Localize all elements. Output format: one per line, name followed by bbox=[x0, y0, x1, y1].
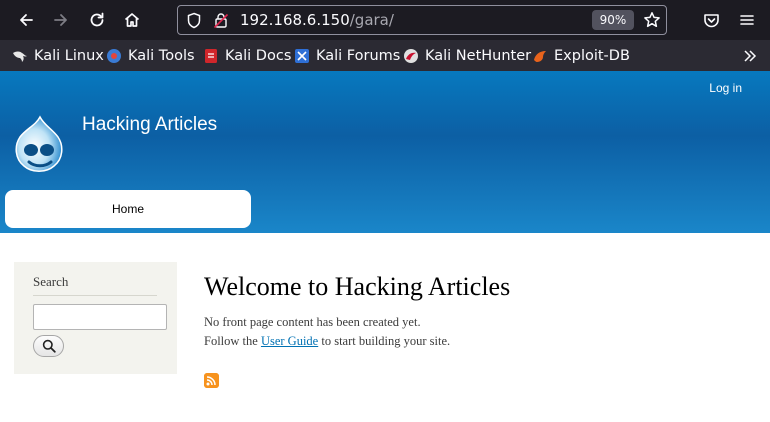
kali-dragon-icon bbox=[13, 51, 27, 62]
insecure-lock-icon bbox=[213, 13, 229, 29]
arrow-left-icon bbox=[20, 14, 33, 26]
url-path: /gara/ bbox=[349, 11, 394, 29]
arrow-right-icon bbox=[54, 14, 67, 26]
bookmark-exploit-db[interactable]: Exploit-DB bbox=[532, 46, 630, 66]
search-icon bbox=[42, 339, 56, 353]
search-block-title: Search bbox=[33, 274, 69, 289]
kali-forums-icon bbox=[295, 49, 309, 63]
site-header: Log in Hacking Articles Home bbox=[0, 71, 770, 233]
url-text: 192.168.6.150/gara/ bbox=[240, 11, 394, 29]
kali-docs-icon bbox=[205, 49, 217, 63]
search-button[interactable] bbox=[33, 335, 64, 357]
home-button[interactable] bbox=[118, 6, 146, 34]
pocket-icon bbox=[703, 13, 719, 27]
tab-home[interactable]: Home bbox=[5, 190, 251, 228]
exploit-db-icon bbox=[534, 51, 546, 62]
bookmark-label: Kali Tools bbox=[128, 48, 195, 64]
bookmark-label: Kali Docs bbox=[225, 48, 292, 64]
bookmark-label: Kali Linux bbox=[34, 48, 104, 64]
bookmark-kali-docs[interactable]: Kali Docs bbox=[203, 46, 291, 66]
home-icon bbox=[124, 13, 140, 27]
url-host: 192.168.6.150 bbox=[240, 11, 350, 29]
search-input[interactable] bbox=[33, 304, 167, 330]
chevron-double-right-icon bbox=[744, 50, 757, 62]
back-button[interactable] bbox=[12, 6, 40, 34]
bookmark-kali-tools[interactable]: Kali Tools bbox=[106, 46, 195, 66]
bookmark-label: Exploit-DB bbox=[554, 48, 630, 64]
rss-feed-icon[interactable] bbox=[204, 373, 219, 388]
guide-text-before: Follow the bbox=[204, 334, 261, 348]
divider bbox=[33, 295, 157, 296]
bookmark-kali-linux[interactable]: Kali Linux bbox=[12, 46, 104, 66]
bookmarks-overflow-button[interactable] bbox=[742, 46, 758, 66]
reload-icon bbox=[90, 12, 104, 27]
bookmark-kali-forums[interactable]: Kali Forums bbox=[294, 46, 400, 66]
intro-text: No front page content has been created y… bbox=[204, 315, 421, 329]
address-bar[interactable]: 192.168.6.150/gara/ 90% bbox=[177, 5, 667, 35]
browser-toolbar: 192.168.6.150/gara/ 90% bbox=[0, 0, 770, 40]
site-name[interactable]: Hacking Articles bbox=[82, 114, 217, 136]
guide-text-after: to start building your site. bbox=[318, 334, 451, 348]
guide-text: Follow the User Guide to start building … bbox=[204, 334, 450, 349]
bookmark-kali-nethunter[interactable]: Kali NetHunter bbox=[403, 46, 531, 66]
zoom-level-badge[interactable]: 90% bbox=[592, 10, 634, 30]
drupal-logo-icon[interactable] bbox=[12, 115, 68, 177]
bookmark-label: Kali NetHunter bbox=[425, 48, 532, 64]
bookmark-star-icon[interactable] bbox=[643, 11, 661, 29]
login-link[interactable]: Log in bbox=[709, 81, 742, 95]
bookmark-label: Kali Forums bbox=[316, 48, 401, 64]
bookmarks-bar: Kali Linux Kali Tools Kali Docs Kali For… bbox=[0, 40, 770, 71]
kali-tools-icon bbox=[107, 49, 121, 63]
hamburger-menu-icon bbox=[740, 15, 754, 25]
user-guide-link[interactable]: User Guide bbox=[261, 334, 318, 348]
page-title: Welcome to Hacking Articles bbox=[204, 272, 511, 301]
tracking-shield-icon bbox=[187, 12, 201, 29]
pocket-button[interactable] bbox=[697, 6, 725, 34]
forward-button[interactable] bbox=[47, 6, 75, 34]
reload-button[interactable] bbox=[83, 6, 111, 34]
sidebar-search-block: Search bbox=[14, 262, 177, 374]
nethunter-icon bbox=[404, 49, 418, 63]
app-menu-button[interactable] bbox=[733, 6, 761, 34]
